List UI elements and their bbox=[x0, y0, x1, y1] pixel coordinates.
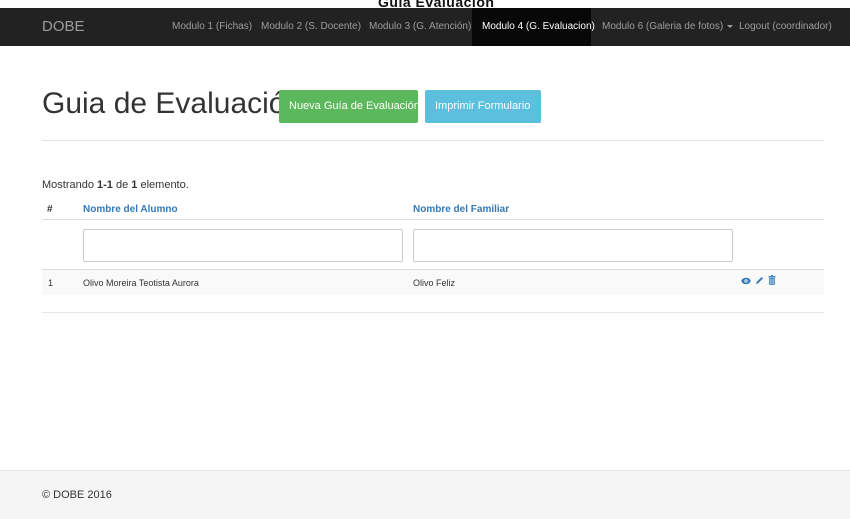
nav-item-modulo-6-label: Modulo 6 (Galeria de fotos) bbox=[602, 21, 724, 32]
column-header-alumno[interactable]: Nombre del Alumno bbox=[83, 204, 178, 215]
filter-familiar-input[interactable] bbox=[413, 229, 733, 262]
top-strip: Guia Evaluacion bbox=[0, 0, 850, 10]
eye-icon[interactable] bbox=[741, 270, 751, 296]
nav-item-modulo-4[interactable]: Modulo 4 (G. Evaluacion) bbox=[472, 8, 595, 46]
new-guide-button[interactable]: Nueva Guía de Evaluación bbox=[279, 90, 420, 123]
page-title: Guia de Evaluación bbox=[42, 87, 303, 120]
brand-link[interactable]: DOBE bbox=[42, 8, 85, 46]
row-number: 1 bbox=[48, 278, 54, 288]
filter-alumno-input[interactable] bbox=[83, 229, 403, 262]
row-familiar: Olivo Feliz bbox=[413, 278, 456, 288]
copyright-text: © DOBE 2016 bbox=[42, 489, 112, 501]
row-actions bbox=[741, 270, 777, 296]
nav-item-modulo-6[interactable]: Modulo 6 (Galeria de fotos) bbox=[592, 8, 734, 46]
summary-suffix: elemento. bbox=[137, 179, 189, 191]
nav-item-logout[interactable]: Logout (coordinador) bbox=[730, 8, 850, 46]
table-row: 1 Olivo Moreira Teotista Aurora Olivo Fe… bbox=[42, 269, 824, 295]
header-divider bbox=[42, 219, 824, 220]
pencil-icon[interactable] bbox=[755, 270, 764, 296]
row-alumno: Olivo Moreira Teotista Aurora bbox=[83, 278, 199, 288]
results-summary: Mostrando 1-1 de 1 elemento. bbox=[42, 179, 189, 191]
nav-item-modulo-1[interactable]: Modulo 1 (Fichas) bbox=[163, 8, 254, 46]
nav-item-modulo-2[interactable]: Modulo 2 (S. Docente) bbox=[254, 8, 361, 46]
print-form-button[interactable]: Imprimir Formulario bbox=[425, 90, 541, 123]
table-bottom-divider bbox=[42, 312, 824, 313]
divider bbox=[42, 140, 824, 141]
column-header-familiar[interactable]: Nombre del Familiar bbox=[413, 204, 509, 215]
summary-prefix: Mostrando bbox=[42, 179, 98, 191]
summary-range: 1-1 bbox=[97, 179, 113, 191]
trash-icon[interactable] bbox=[768, 270, 776, 296]
footer: © DOBE 2016 bbox=[0, 470, 850, 519]
navbar: DOBE Modulo 1 (Fichas) Modulo 2 (S. Doce… bbox=[0, 8, 850, 46]
summary-middle: de bbox=[112, 179, 132, 191]
column-header-number: # bbox=[47, 204, 53, 215]
nav-item-modulo-3[interactable]: Modulo 3 (G. Atención) bbox=[360, 8, 471, 46]
